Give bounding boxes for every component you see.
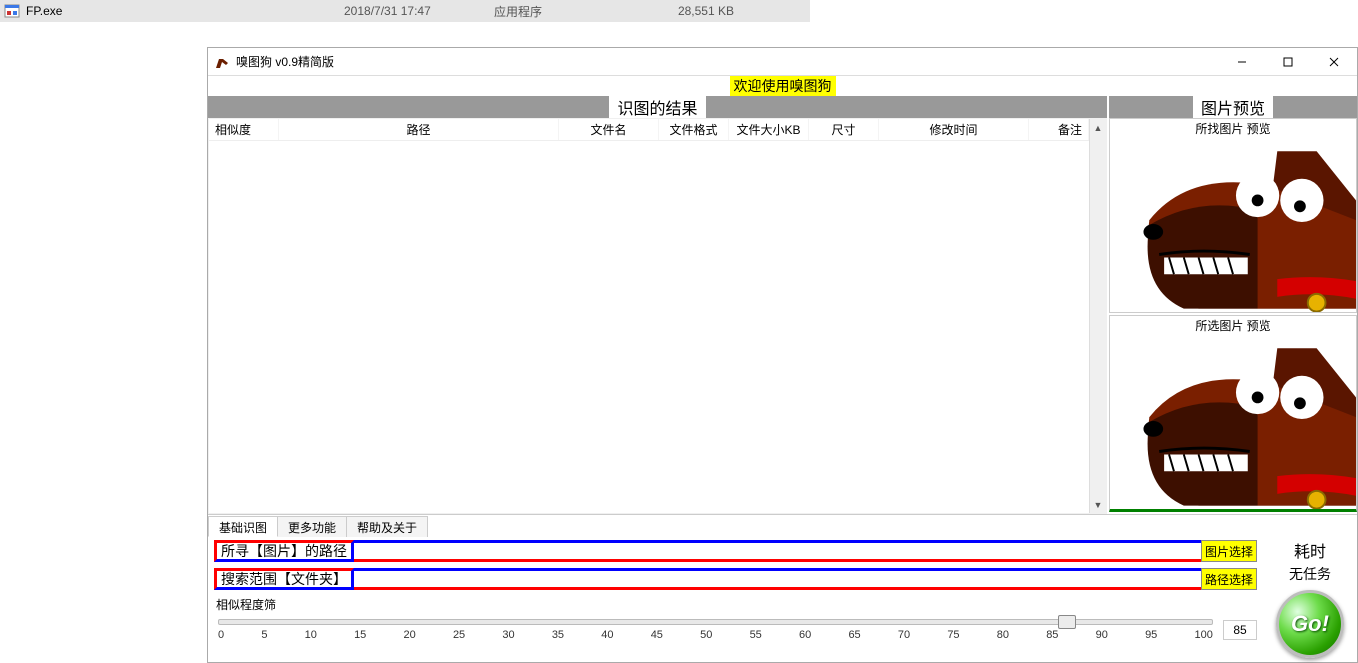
selected-image-preview: 所选图片 预览 — [1109, 315, 1357, 512]
tabs-row: 基础识图 更多功能 帮助及关于 — [208, 514, 1357, 536]
col-path[interactable]: 路径 — [279, 119, 559, 140]
close-button[interactable] — [1311, 48, 1357, 76]
image-path-input[interactable] — [354, 540, 1201, 562]
folder-path-row: 搜索范围【文件夹】 路径选择 — [214, 568, 1257, 590]
explorer-file-type: 应用程序 — [494, 3, 634, 20]
maximize-button[interactable] — [1265, 48, 1311, 76]
tab-basic[interactable]: 基础识图 — [208, 516, 278, 537]
timecost-label: 耗时 — [1294, 538, 1326, 562]
slider-value[interactable]: 85 — [1223, 620, 1257, 640]
image-path-row: 所寻【图片】的路径 图片选择 — [214, 540, 1257, 562]
go-button[interactable]: Go! — [1276, 590, 1344, 658]
col-mtime[interactable]: 修改时间 — [879, 119, 1029, 140]
results-table-header: 相似度 路径 文件名 文件格式 文件大小KB 尺寸 修改时间 备注 — [209, 119, 1089, 141]
slider-thumb[interactable] — [1058, 615, 1076, 629]
preview-header-text: 图片预览 — [1193, 96, 1273, 118]
scroll-up-icon[interactable]: ▲ — [1090, 119, 1106, 136]
folder-path-input[interactable] — [354, 568, 1201, 590]
similarity-slider[interactable]: 0510152025303540455055606570758085909510… — [214, 615, 1217, 645]
results-table-body[interactable] — [209, 141, 1089, 513]
minimize-button[interactable] — [1219, 48, 1265, 76]
results-header-text: 识图的结果 — [609, 96, 705, 118]
explorer-file-row[interactable]: FP.exe 2018/7/31 17:47 应用程序 28,551 KB — [0, 0, 810, 22]
app-icon — [214, 54, 230, 70]
explorer-file-date: 2018/7/31 17:47 — [344, 4, 494, 18]
col-dimensions[interactable]: 尺寸 — [809, 119, 879, 140]
app-window: 嗅图狗 v0.9精简版 欢迎使用嗅图狗 识图的结果 相似度 路径 — [207, 47, 1358, 663]
window-title: 嗅图狗 v0.9精简版 — [236, 53, 1219, 70]
results-header-bar: 识图的结果 — [208, 96, 1107, 118]
timecost-value: 无任务 — [1289, 564, 1331, 584]
exe-file-icon — [3, 2, 21, 20]
slider-ticks: 0510152025303540455055606570758085909510… — [218, 629, 1213, 641]
image-choose-button[interactable]: 图片选择 — [1201, 540, 1257, 562]
selected-preview-caption: 所选图片 预览 — [1110, 316, 1356, 335]
col-filename[interactable]: 文件名 — [559, 119, 659, 140]
image-path-label: 所寻【图片】的路径 — [214, 540, 354, 562]
explorer-file-size: 28,551 KB — [634, 4, 754, 18]
scroll-down-icon[interactable]: ▼ — [1090, 496, 1106, 513]
folder-path-label: 搜索范围【文件夹】 — [214, 568, 354, 590]
target-preview-image — [1110, 138, 1356, 312]
col-note[interactable]: 备注 — [1029, 119, 1089, 140]
welcome-banner: 欢迎使用嗅图狗 — [208, 76, 1357, 96]
titlebar: 嗅图狗 v0.9精简版 — [208, 48, 1357, 76]
target-image-preview: 所找图片 预览 — [1109, 118, 1357, 313]
folder-choose-button[interactable]: 路径选择 — [1201, 568, 1257, 590]
welcome-text: 欢迎使用嗅图狗 — [730, 76, 836, 96]
tab-more[interactable]: 更多功能 — [277, 516, 347, 537]
preview-header-bar: 图片预览 — [1109, 96, 1357, 118]
col-size[interactable]: 文件大小KB — [729, 119, 809, 140]
target-preview-caption: 所找图片 预览 — [1110, 119, 1356, 138]
results-scrollbar[interactable]: ▲ ▼ — [1089, 119, 1106, 513]
slider-title: 相似程度筛 — [214, 596, 1257, 613]
col-similarity[interactable]: 相似度 — [209, 119, 279, 140]
explorer-file-name: FP.exe — [24, 4, 344, 18]
col-format[interactable]: 文件格式 — [659, 119, 729, 140]
selected-preview-image — [1110, 335, 1356, 509]
tab-help[interactable]: 帮助及关于 — [346, 516, 428, 537]
